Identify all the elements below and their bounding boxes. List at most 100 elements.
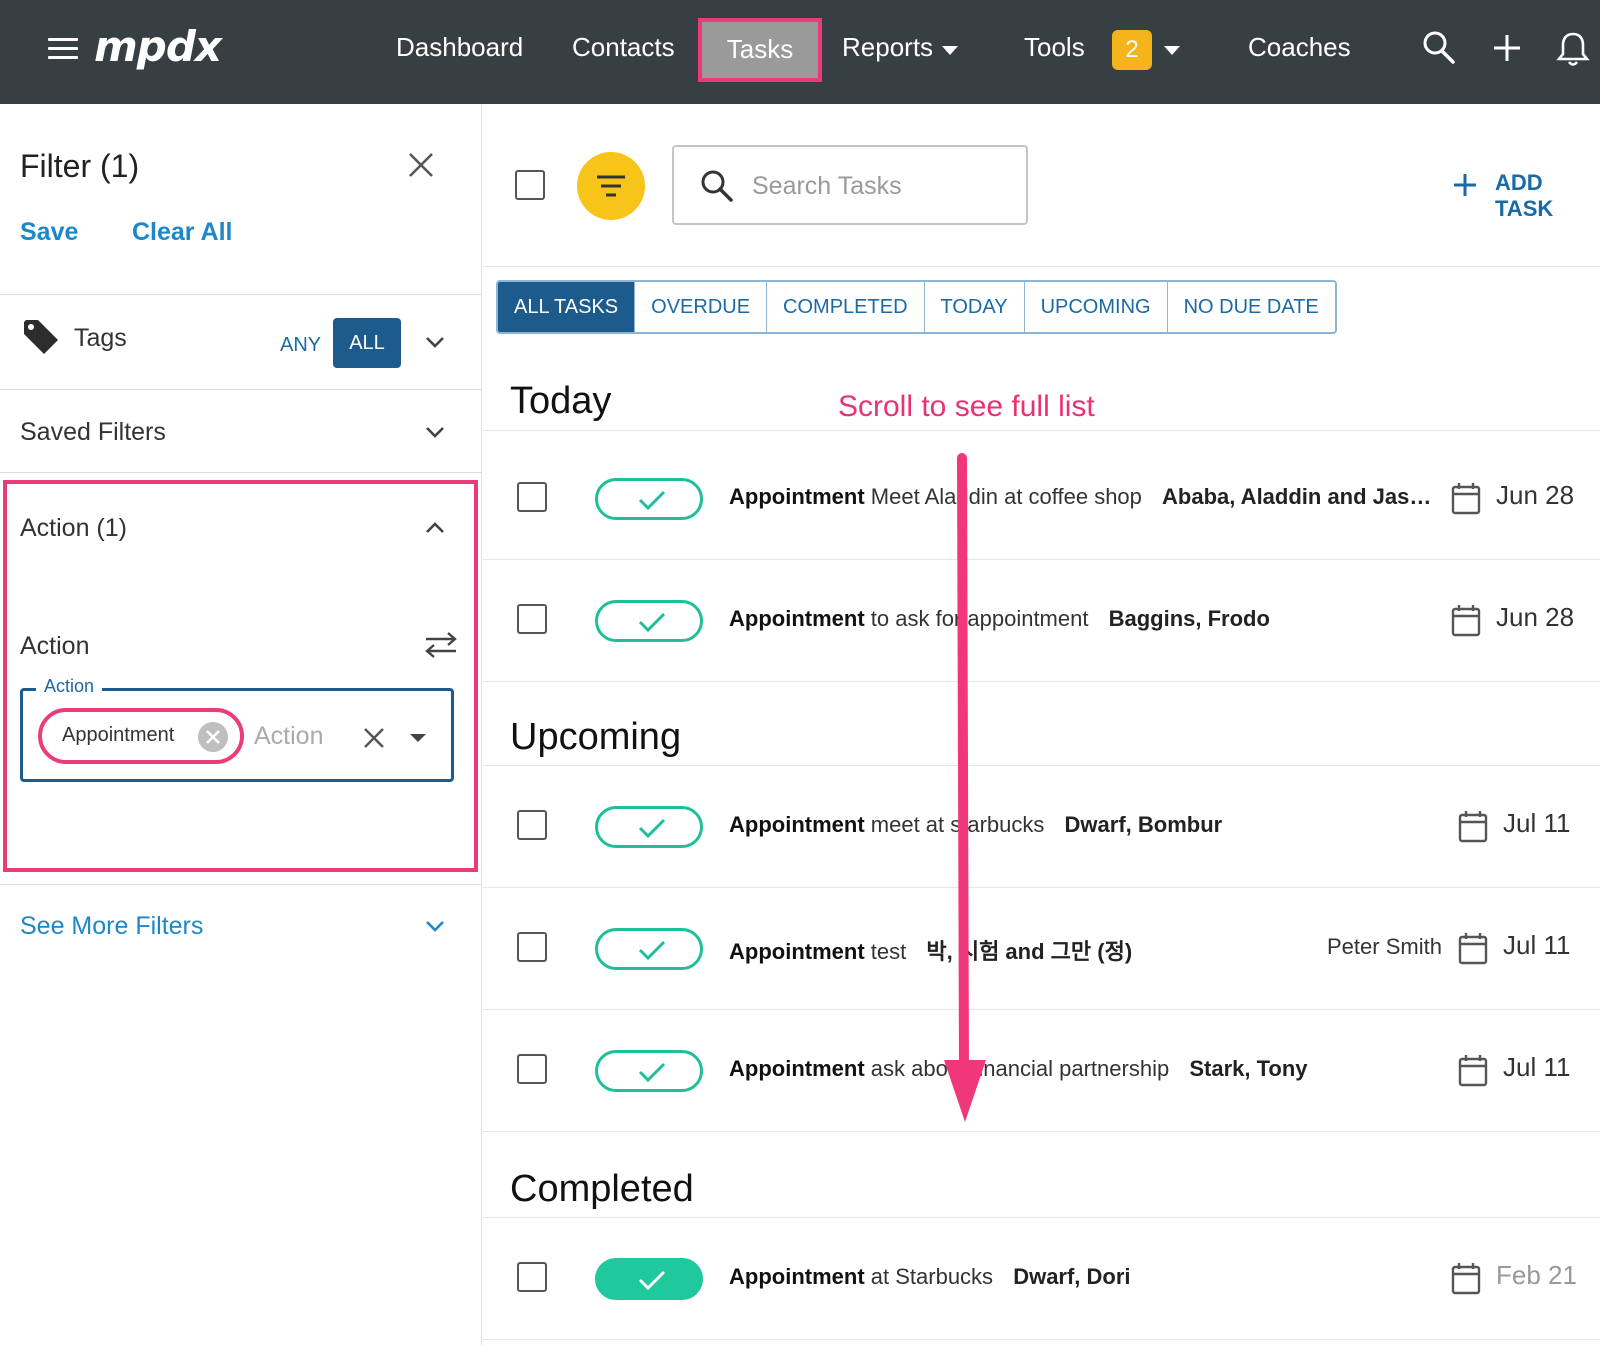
nav-coaches[interactable]: Coaches bbox=[1248, 32, 1351, 63]
section-today: Today bbox=[510, 380, 612, 422]
clear-icon[interactable] bbox=[362, 726, 386, 750]
task-checkbox[interactable] bbox=[517, 810, 547, 840]
action-section-title[interactable]: Action (1) bbox=[20, 514, 127, 543]
saved-filters-label[interactable]: Saved Filters bbox=[20, 418, 166, 447]
check-icon bbox=[638, 940, 666, 961]
task-due-date: Feb 21 bbox=[1496, 1260, 1577, 1290]
task-checkbox[interactable] bbox=[517, 932, 547, 962]
select-all-checkbox[interactable] bbox=[515, 170, 545, 200]
task-description[interactable]: Appointment test 박, 시험 and 그만 (정) bbox=[729, 934, 1132, 966]
task-checkbox[interactable] bbox=[517, 482, 547, 512]
dropdown-arrow-icon[interactable] bbox=[408, 732, 428, 744]
chevron-down-icon[interactable] bbox=[424, 334, 446, 350]
search-tasks-input[interactable]: Search Tasks bbox=[672, 145, 1028, 225]
task-filter-tabs: ALL TASKS OVERDUE COMPLETED TODAY UPCOMI… bbox=[496, 280, 1337, 334]
task-contact[interactable]: Baggins, Frodo bbox=[1109, 606, 1270, 631]
action-input[interactable]: Action bbox=[254, 722, 323, 751]
task-due-date: Jul 11 bbox=[1503, 1052, 1571, 1082]
tools-caret-icon[interactable] bbox=[1164, 46, 1180, 55]
task-description[interactable]: Appointment to ask for appointment Baggi… bbox=[729, 606, 1270, 632]
task-type: Appointment bbox=[729, 1264, 865, 1289]
tab-all-tasks[interactable]: ALL TASKS bbox=[498, 282, 636, 332]
chevron-up-icon[interactable] bbox=[424, 520, 446, 536]
chip-label: Appointment bbox=[62, 724, 175, 746]
menu-icon[interactable] bbox=[48, 38, 78, 62]
appointment-chip[interactable]: Appointment bbox=[38, 708, 244, 764]
task-description[interactable]: Appointment at Starbucks Dwarf, Dori bbox=[729, 1264, 1131, 1290]
task-contact[interactable]: Dwarf, Dori bbox=[1013, 1264, 1130, 1289]
tags-all-toggle[interactable]: ALL bbox=[333, 318, 401, 368]
close-icon[interactable] bbox=[406, 150, 436, 180]
complete-task-button[interactable] bbox=[595, 806, 703, 848]
task-checkbox[interactable] bbox=[517, 1054, 547, 1084]
task-row[interactable]: Appointment at Starbucks Dwarf, Dori Feb… bbox=[483, 1218, 1600, 1340]
app-logo[interactable]: mpdx bbox=[94, 22, 222, 71]
task-row[interactable]: Appointment to ask for appointment Baggi… bbox=[483, 560, 1600, 682]
chevron-down-icon[interactable] bbox=[424, 424, 446, 440]
task-subject: to ask for appointment bbox=[870, 606, 1089, 631]
tools-badge: 2 bbox=[1112, 30, 1152, 70]
check-icon bbox=[638, 612, 666, 633]
check-icon bbox=[638, 1062, 666, 1083]
calendar-icon bbox=[1458, 933, 1488, 965]
search-placeholder: Search Tasks bbox=[752, 172, 902, 200]
check-icon bbox=[638, 1270, 666, 1291]
task-row[interactable]: Appointment ask about financial partners… bbox=[483, 1010, 1600, 1132]
bell-icon[interactable] bbox=[1556, 30, 1590, 68]
tags-any-toggle[interactable]: ANY bbox=[280, 334, 321, 357]
filter-toggle-button[interactable] bbox=[577, 152, 645, 220]
chip-remove-icon[interactable] bbox=[198, 722, 228, 752]
nav-reports[interactable]: Reports bbox=[842, 32, 933, 63]
save-button[interactable]: Save bbox=[20, 218, 78, 247]
task-checkbox[interactable] bbox=[517, 604, 547, 634]
task-row[interactable]: Appointment meet at starbucks Dwarf, Bom… bbox=[483, 766, 1600, 888]
task-assignee: Peter Smith bbox=[1327, 934, 1442, 959]
scroll-annotation: Scroll to see full list bbox=[838, 390, 1095, 423]
tab-overdue[interactable]: OVERDUE bbox=[635, 282, 768, 332]
divider bbox=[483, 266, 1600, 267]
complete-task-button[interactable] bbox=[595, 600, 703, 642]
task-contact[interactable]: Stark, Tony bbox=[1189, 1056, 1307, 1081]
task-due-date: Jun 28 bbox=[1496, 602, 1575, 632]
task-type: Appointment bbox=[729, 1056, 865, 1081]
task-description[interactable]: Appointment ask about financial partners… bbox=[729, 1056, 1308, 1082]
filter-icon bbox=[597, 175, 625, 197]
see-more-filters[interactable]: See More Filters bbox=[20, 912, 203, 941]
plus-icon[interactable] bbox=[1452, 172, 1478, 198]
calendar-icon bbox=[1458, 1055, 1488, 1087]
nav-dashboard[interactable]: Dashboard bbox=[396, 32, 523, 63]
swap-icon[interactable] bbox=[424, 630, 458, 660]
task-row[interactable]: Appointment Meet Aladdin at coffee shop … bbox=[483, 438, 1600, 560]
filter-title: Filter (1) bbox=[20, 148, 140, 184]
tab-upcoming[interactable]: UPCOMING bbox=[1024, 282, 1168, 332]
chevron-down-icon[interactable] bbox=[424, 918, 446, 934]
task-description[interactable]: Appointment meet at starbucks Dwarf, Bom… bbox=[729, 812, 1222, 838]
divider bbox=[0, 294, 482, 295]
task-contact[interactable]: Ababa, Aladdin and Jas… bbox=[1162, 484, 1431, 509]
clear-all-button[interactable]: Clear All bbox=[132, 218, 233, 247]
tab-today[interactable]: TODAY bbox=[924, 282, 1025, 332]
task-description[interactable]: Appointment Meet Aladdin at coffee shop … bbox=[729, 484, 1431, 510]
task-due-date: Jul 11 bbox=[1503, 930, 1571, 960]
complete-task-button[interactable] bbox=[595, 1050, 703, 1092]
task-contact[interactable]: 박, 시험 and 그만 (정) bbox=[926, 939, 1132, 964]
plus-icon[interactable] bbox=[1490, 30, 1524, 66]
tab-no-due-date[interactable]: NO DUE DATE bbox=[1167, 282, 1335, 332]
nav-contacts[interactable]: Contacts bbox=[572, 32, 675, 63]
search-icon[interactable] bbox=[1422, 30, 1456, 66]
task-checkbox[interactable] bbox=[517, 1262, 547, 1292]
nav-tasks[interactable]: Tasks bbox=[698, 18, 822, 82]
task-contact[interactable]: Dwarf, Bombur bbox=[1065, 812, 1223, 837]
reports-caret-icon[interactable] bbox=[942, 46, 958, 55]
task-subject: test bbox=[870, 939, 907, 964]
nav-tools[interactable]: Tools bbox=[1024, 32, 1085, 63]
add-task-button[interactable]: ADD TASK bbox=[1495, 170, 1600, 222]
completed-task-indicator[interactable] bbox=[595, 1258, 703, 1300]
complete-task-button[interactable] bbox=[595, 478, 703, 520]
task-row[interactable]: Appointment test 박, 시험 and 그만 (정) Peter … bbox=[483, 888, 1600, 1010]
tab-completed[interactable]: COMPLETED bbox=[767, 282, 925, 332]
check-icon bbox=[638, 490, 666, 511]
complete-task-button[interactable] bbox=[595, 928, 703, 970]
section-upcoming: Upcoming bbox=[510, 716, 682, 758]
divider bbox=[483, 430, 1600, 431]
